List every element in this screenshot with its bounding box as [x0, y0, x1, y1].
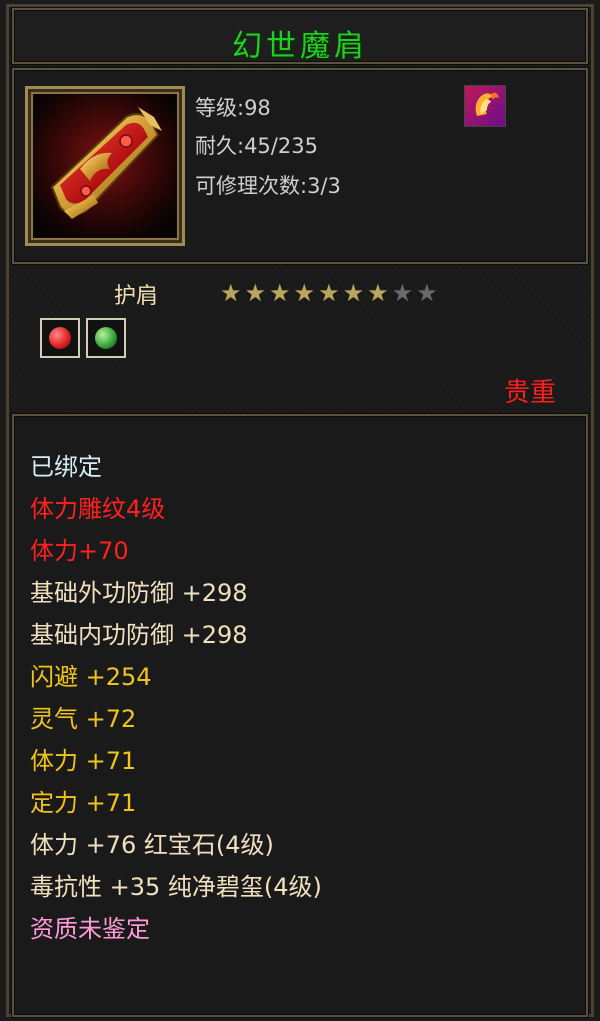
property-outer-defense: 基础外功防御 +298: [30, 579, 248, 607]
star-filled-icon: ★: [269, 279, 291, 307]
property-stamina: 体力 +71: [30, 747, 137, 775]
property-engraving: 体力雕纹4级: [30, 495, 166, 523]
star-filled-icon: ★: [342, 279, 365, 307]
item-icon-frame: [25, 86, 185, 246]
star-filled-icon: ★: [293, 279, 316, 307]
item-quality: 贵重: [503, 378, 556, 408]
property-engraving-bonus: 体力+70: [30, 537, 129, 565]
star-filled-icon: ★: [220, 279, 242, 307]
property-spirit: 灵气 +72: [30, 705, 137, 733]
star-empty-icon: ★: [416, 279, 438, 307]
property-inner-defense: 基础内功防御 +298: [30, 621, 248, 649]
item-name: 幻世魔肩: [232, 29, 368, 64]
red-gem-icon: [49, 327, 71, 349]
green-gem-icon: [95, 327, 117, 349]
item-type: 护肩: [114, 284, 159, 309]
item-level: 等级:98: [195, 96, 271, 120]
star-filled-icon: ★: [318, 279, 340, 307]
star-filled-icon: ★: [244, 279, 267, 307]
property-bound: 已绑定: [30, 453, 102, 481]
property-aptitude: 资质未鉴定: [30, 915, 150, 943]
star-rating: ★ ★ ★ ★ ★ ★ ★ ★ ★: [220, 281, 438, 305]
star-filled-icon: ★: [367, 279, 389, 307]
item-durability: 耐久:45/235: [195, 134, 318, 158]
shoulder-guard-icon: [34, 95, 176, 237]
property-gem-ruby: 体力 +76 红宝石(4级): [30, 831, 274, 859]
item-repair-count: 可修理次数:3/3: [195, 174, 341, 198]
gem-slot-green[interactable]: [86, 318, 126, 358]
gem-slot-red[interactable]: [40, 318, 80, 358]
title-bar: 幻世魔肩: [12, 8, 588, 64]
fire-horseshoe-icon: [464, 85, 506, 127]
property-dodge: 闪避 +254: [30, 663, 152, 691]
star-empty-icon: ★: [391, 279, 414, 307]
property-gem-tourmaline: 毒抗性 +35 纯净碧玺(4级): [30, 873, 322, 901]
property-focus: 定力 +71: [30, 789, 137, 817]
